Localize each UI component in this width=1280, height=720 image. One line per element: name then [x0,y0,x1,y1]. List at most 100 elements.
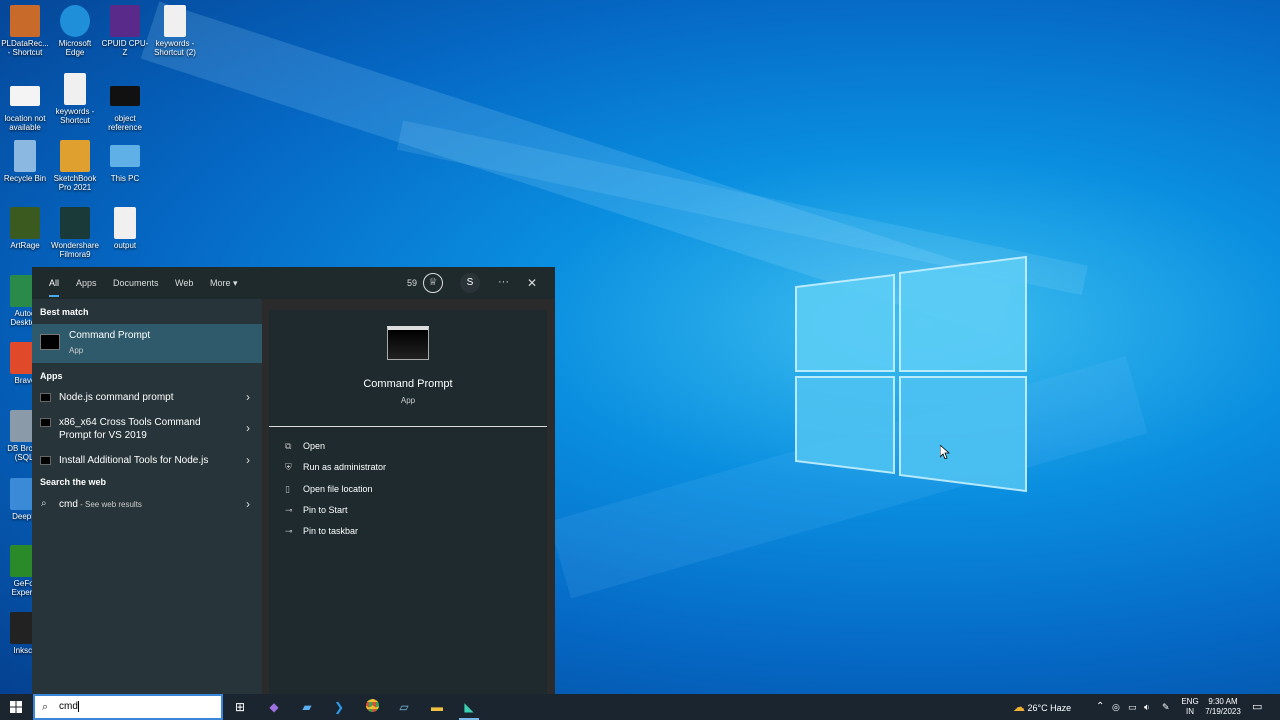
tab-documents[interactable]: Documents [113,267,159,299]
tab-more[interactable]: More ▾ [210,267,238,299]
desktop-icon[interactable]: location not available [0,80,50,132]
network-icon[interactable]: ▭ [1128,694,1137,720]
volume-icon[interactable]: 🔉︎ [1144,694,1150,720]
search-panel: All Apps Documents Web More ▾ 59 ♕ S ···… [32,267,555,694]
web-suffix: - See web results [77,500,142,509]
web-result-label: cmd - See web results [59,499,142,510]
web-result-cmd[interactable]: ⌕ cmd - See web results › [32,494,262,516]
tab-all[interactable]: All [49,267,60,299]
desktop-icon[interactable]: ArtRage [0,207,50,250]
desktop-icon[interactable]: output [100,207,150,250]
cpuz-icon [110,5,140,37]
command-prompt-icon [40,334,60,350]
text-caret [77,700,79,712]
desktop-icon[interactable]: CPUID CPU-Z [100,5,150,57]
desktop-icon[interactable]: SketchBook Pro 2021 [50,140,100,192]
taskbar: ⌕ cmd ⊞ ◆ ▰ ❯ ▱ ▬ ◣ ☁ 26°C Haze ⌃ ◎ ▭ 🔉︎… [0,694,1280,720]
file-icon: ▯ [285,484,290,494]
app-result-label: Install Additional Tools for Node.js [59,455,209,466]
clock-time: 9:30 AM [1208,697,1238,706]
app-result-nodejs-prompt[interactable]: Node.js command prompt › [32,387,262,409]
clock[interactable]: 9:30 AM 7/19/2023 [1202,697,1244,717]
mouse-cursor-icon [940,445,950,459]
windows-start-icon[interactable] [10,701,22,713]
windows-wallpaper-logo [795,255,1027,493]
best-match-name: Command Prompt [69,330,151,341]
results-list: Best match Command Prompt App Apps Node.… [32,299,262,694]
chevron-right-icon[interactable]: › [246,390,250,404]
preview-title: Command Prompt [363,378,453,390]
sketchbook-icon [60,140,90,172]
desktop-icon[interactable]: keywords - Shortcut (2) [150,5,200,57]
more-options-icon[interactable]: ··· [498,267,509,299]
desktop-icon[interactable]: Microsoft Edge [50,5,100,57]
language-indicator[interactable]: ENG IN [1180,697,1200,717]
best-match-command-prompt[interactable]: Command Prompt App [32,324,262,363]
weather-icon: ☁ [1013,700,1025,714]
desktop-icon[interactable]: This PC [100,140,150,183]
visual-studio-icon[interactable]: ◆ [266,699,282,715]
web-query: cmd [59,499,78,510]
weather-text: 26°C Haze [1027,703,1072,713]
app-result-x86-x64-tools[interactable]: x86_x64 Cross Tools Command Prompt for V… [32,411,262,449]
app-taskbar-icon[interactable]: ▱ [396,699,412,715]
file-icon [164,5,186,37]
best-match-type: App [69,346,84,355]
chevron-right-icon[interactable]: › [246,421,250,435]
this-pc-icon [110,145,140,167]
tab-web[interactable]: Web [175,267,193,299]
pin-icon: ⊸ [285,505,293,515]
file-icon [64,73,86,105]
terminal-icon [40,456,51,465]
desktop-icon[interactable]: keywords - Shortcut [50,73,100,125]
pin-icon: ⊸ [285,526,293,536]
action-pin-to-taskbar[interactable]: ⊸ Pin to taskbar [285,526,358,537]
action-label: Open [303,441,326,451]
app-icon [10,5,40,37]
image-icon [110,86,140,106]
pen-icon[interactable]: ✎ [1162,694,1170,720]
action-pin-to-start[interactable]: ⊸ Pin to Start [285,505,348,516]
image-icon [10,86,40,106]
filmora-taskbar-icon[interactable]: ◣ [461,699,477,715]
open-icon: ⧉ [285,441,292,451]
chevron-down-icon: ▾ [233,278,238,288]
file-explorer-icon[interactable]: ▬ [429,699,445,715]
close-icon[interactable]: ✕ [527,267,537,299]
chevron-right-icon[interactable]: › [246,453,250,467]
avatar[interactable]: S [460,273,480,293]
search-query: cmd [59,701,78,712]
trophy-icon[interactable]: ♕ [423,273,443,293]
action-label: Open file location [303,484,373,494]
file-icon [114,207,136,239]
app-taskbar-icon[interactable]: ▰ [299,699,315,715]
action-open-file-location[interactable]: ▯ Open file location [285,484,373,495]
preview-divider [269,426,547,427]
chrome-icon[interactable] [364,699,380,715]
taskbar-search-input[interactable]: ⌕ cmd [33,694,223,720]
action-run-as-admin[interactable]: ⛨ Run as administrator [285,462,386,473]
app-result-label: Node.js command prompt [59,392,174,403]
action-open[interactable]: ⧉ Open [285,441,325,452]
desktop-icon[interactable]: Recycle Bin [0,140,50,183]
app-result-install-node-tools[interactable]: Install Additional Tools for Node.js › [32,450,262,472]
desktop-icon[interactable]: object reference [100,80,150,132]
clock-date: 7/19/2023 [1205,707,1241,716]
tray-app-icon[interactable]: ◎ [1112,694,1120,720]
search-web-heading: Search the web [40,477,107,487]
command-prompt-large-icon [387,326,429,360]
tab-more-label: More [210,278,231,288]
vscode-icon[interactable]: ❯ [331,699,347,715]
preview-pane: Command Prompt App ⧉ Open ⛨ Run as adminis… [269,310,547,694]
best-match-heading: Best match [40,307,89,317]
reward-points: 59 [407,278,418,288]
task-view-icon[interactable]: ⊞ [232,699,248,715]
tab-apps[interactable]: Apps [76,267,97,299]
desktop-icon[interactable]: PLDataRec... - Shortcut [0,5,50,57]
chevron-right-icon[interactable]: › [246,497,250,511]
edge-icon [60,5,90,37]
desktop-icon[interactable]: Wondershare Filmora9 [50,207,100,259]
weather-widget[interactable]: ☁ 26°C Haze [1013,694,1071,720]
chevron-up-icon[interactable]: ⌃ [1096,694,1104,720]
notifications-icon[interactable]: ▭ [1252,694,1262,720]
